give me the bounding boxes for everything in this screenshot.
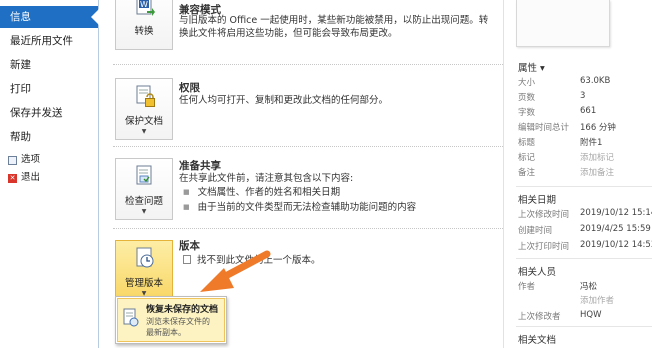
section-divider xyxy=(113,228,503,229)
section-divider xyxy=(113,64,503,65)
prop-key: 编辑时间总计 xyxy=(518,123,570,133)
related-documents-header: 相关文档 xyxy=(518,335,557,346)
recover-item-desc-line2: 最新副本。 xyxy=(146,328,186,337)
backstage-sidebar: 信息 最近所用文件 新建 打印 保存并发送 帮助 选项 ✕ 退出 xyxy=(0,0,99,348)
nav-save-send[interactable]: 保存并发送 xyxy=(0,102,98,124)
author-value[interactable]: 冯松 xyxy=(580,280,597,292)
share-bullet: 由于当前的文件类型而无法检查辅助功能问题的内容 xyxy=(183,201,417,215)
permissions-title: 权限 xyxy=(179,82,200,94)
nav-new[interactable]: 新建 xyxy=(0,54,98,76)
document-thumbnail[interactable] xyxy=(516,0,610,47)
author-key: 作者 xyxy=(518,282,536,292)
svg-text:W: W xyxy=(140,0,148,9)
prop-key: 标题 xyxy=(518,138,536,148)
prop-comments-input[interactable]: 添加备注 xyxy=(580,166,614,178)
chevron-down-icon: ▼ xyxy=(141,208,147,215)
nav-exit[interactable]: ✕ 退出 xyxy=(8,170,40,186)
options-icon xyxy=(8,155,17,165)
properties-dropdown[interactable]: 属性 ▾ xyxy=(518,60,545,74)
recover-item-desc-line1: 浏览未保存文件的 xyxy=(146,317,210,326)
manage-versions-menu: 恢复未保存的文档 浏览未保存文件的 最新副本。 xyxy=(115,296,227,344)
chevron-down-icon: ▼ xyxy=(141,128,147,135)
nav-options-label: 选项 xyxy=(21,154,41,165)
document-icon xyxy=(183,255,191,264)
prop-size: 63.0KB xyxy=(580,76,611,86)
prop-key: 字数 xyxy=(518,108,536,118)
modified-by-key: 上次修改者 xyxy=(518,312,561,322)
callout-arrow xyxy=(200,250,271,292)
prop-title[interactable]: 附件1 xyxy=(580,136,602,148)
convert-button[interactable]: W 转换 xyxy=(115,0,173,50)
convert-icon: W xyxy=(136,0,155,16)
manage-versions-label: 管理版本 xyxy=(124,278,163,289)
permissions-desc: 任何人均可打开、复制和更改此文档的任何部分。 xyxy=(179,95,389,106)
prop-key: 标记 xyxy=(518,153,536,163)
share-bullet: 文档属性、作者的姓名和相关日期 xyxy=(183,186,341,200)
panel-divider xyxy=(516,258,652,259)
manage-versions-button[interactable]: 管理版本 ▼ xyxy=(115,240,173,302)
nav-print[interactable]: 打印 xyxy=(0,78,98,100)
prop-tags-input[interactable]: 添加标记 xyxy=(580,151,614,163)
exit-icon: ✕ xyxy=(8,173,17,183)
date-key: 上次打印时间 xyxy=(518,242,570,252)
related-dates-header: 相关日期 xyxy=(518,195,557,206)
inspect-icon xyxy=(136,165,152,185)
prop-key: 页数 xyxy=(518,93,536,103)
nav-recent-files[interactable]: 最近所用文件 xyxy=(0,30,98,52)
nav-info[interactable]: 信息 xyxy=(0,6,99,28)
nav-help[interactable]: 帮助 xyxy=(0,126,98,148)
prop-key: 大小 xyxy=(518,78,536,88)
prop-words: 661 xyxy=(580,106,597,116)
convert-button-label: 转换 xyxy=(134,26,154,37)
prop-pages: 3 xyxy=(580,91,586,101)
recover-item-title: 恢复未保存的文档 xyxy=(146,305,219,315)
date-key: 创建时间 xyxy=(518,226,553,236)
nav-options[interactable]: 选项 xyxy=(8,152,40,168)
protect-document-label: 保护文档 xyxy=(124,116,163,127)
share-desc: 在共享此文件前，请注意其包含以下内容: xyxy=(179,173,354,184)
prop-key: 备注 xyxy=(518,168,536,178)
related-people-header: 相关人员 xyxy=(518,267,557,278)
last-printed-value: 2019/10/12 14:53 xyxy=(580,240,652,250)
modified-by-value: HQW xyxy=(580,310,602,320)
section-divider xyxy=(113,146,503,147)
check-issues-button[interactable]: 检查问题 ▼ xyxy=(115,158,173,220)
protect-document-icon xyxy=(136,85,155,107)
properties-panel: 属性 ▾ 大小 63.0KB 页数 3 字数 661 编辑时间总计 166 分钟… xyxy=(503,0,652,348)
created-value: 2019/4/25 15:59 xyxy=(580,224,651,234)
check-issues-label: 检查问题 xyxy=(124,196,163,207)
protect-document-button[interactable]: 保护文档 ▼ xyxy=(115,78,173,140)
panel-divider xyxy=(516,326,652,327)
nav-exit-label: 退出 xyxy=(21,172,41,183)
add-author-input[interactable]: 添加作者 xyxy=(580,294,614,306)
last-modified-value: 2019/10/12 15:14 xyxy=(580,208,652,218)
prop-edit-time: 166 分钟 xyxy=(580,123,616,133)
recover-unsaved-documents-item[interactable]: 恢复未保存的文档 浏览未保存文件的 最新副本。 xyxy=(117,298,225,342)
compat-desc: 与旧版本的 Office 一起使用时，某些新功能被禁用，以防止出现问题。转换此文… xyxy=(179,15,489,39)
panel-divider xyxy=(516,186,652,187)
recover-document-icon xyxy=(123,308,139,327)
manage-versions-icon xyxy=(136,247,154,268)
date-key: 上次修改时间 xyxy=(518,210,570,220)
share-title: 准备共享 xyxy=(179,160,221,172)
